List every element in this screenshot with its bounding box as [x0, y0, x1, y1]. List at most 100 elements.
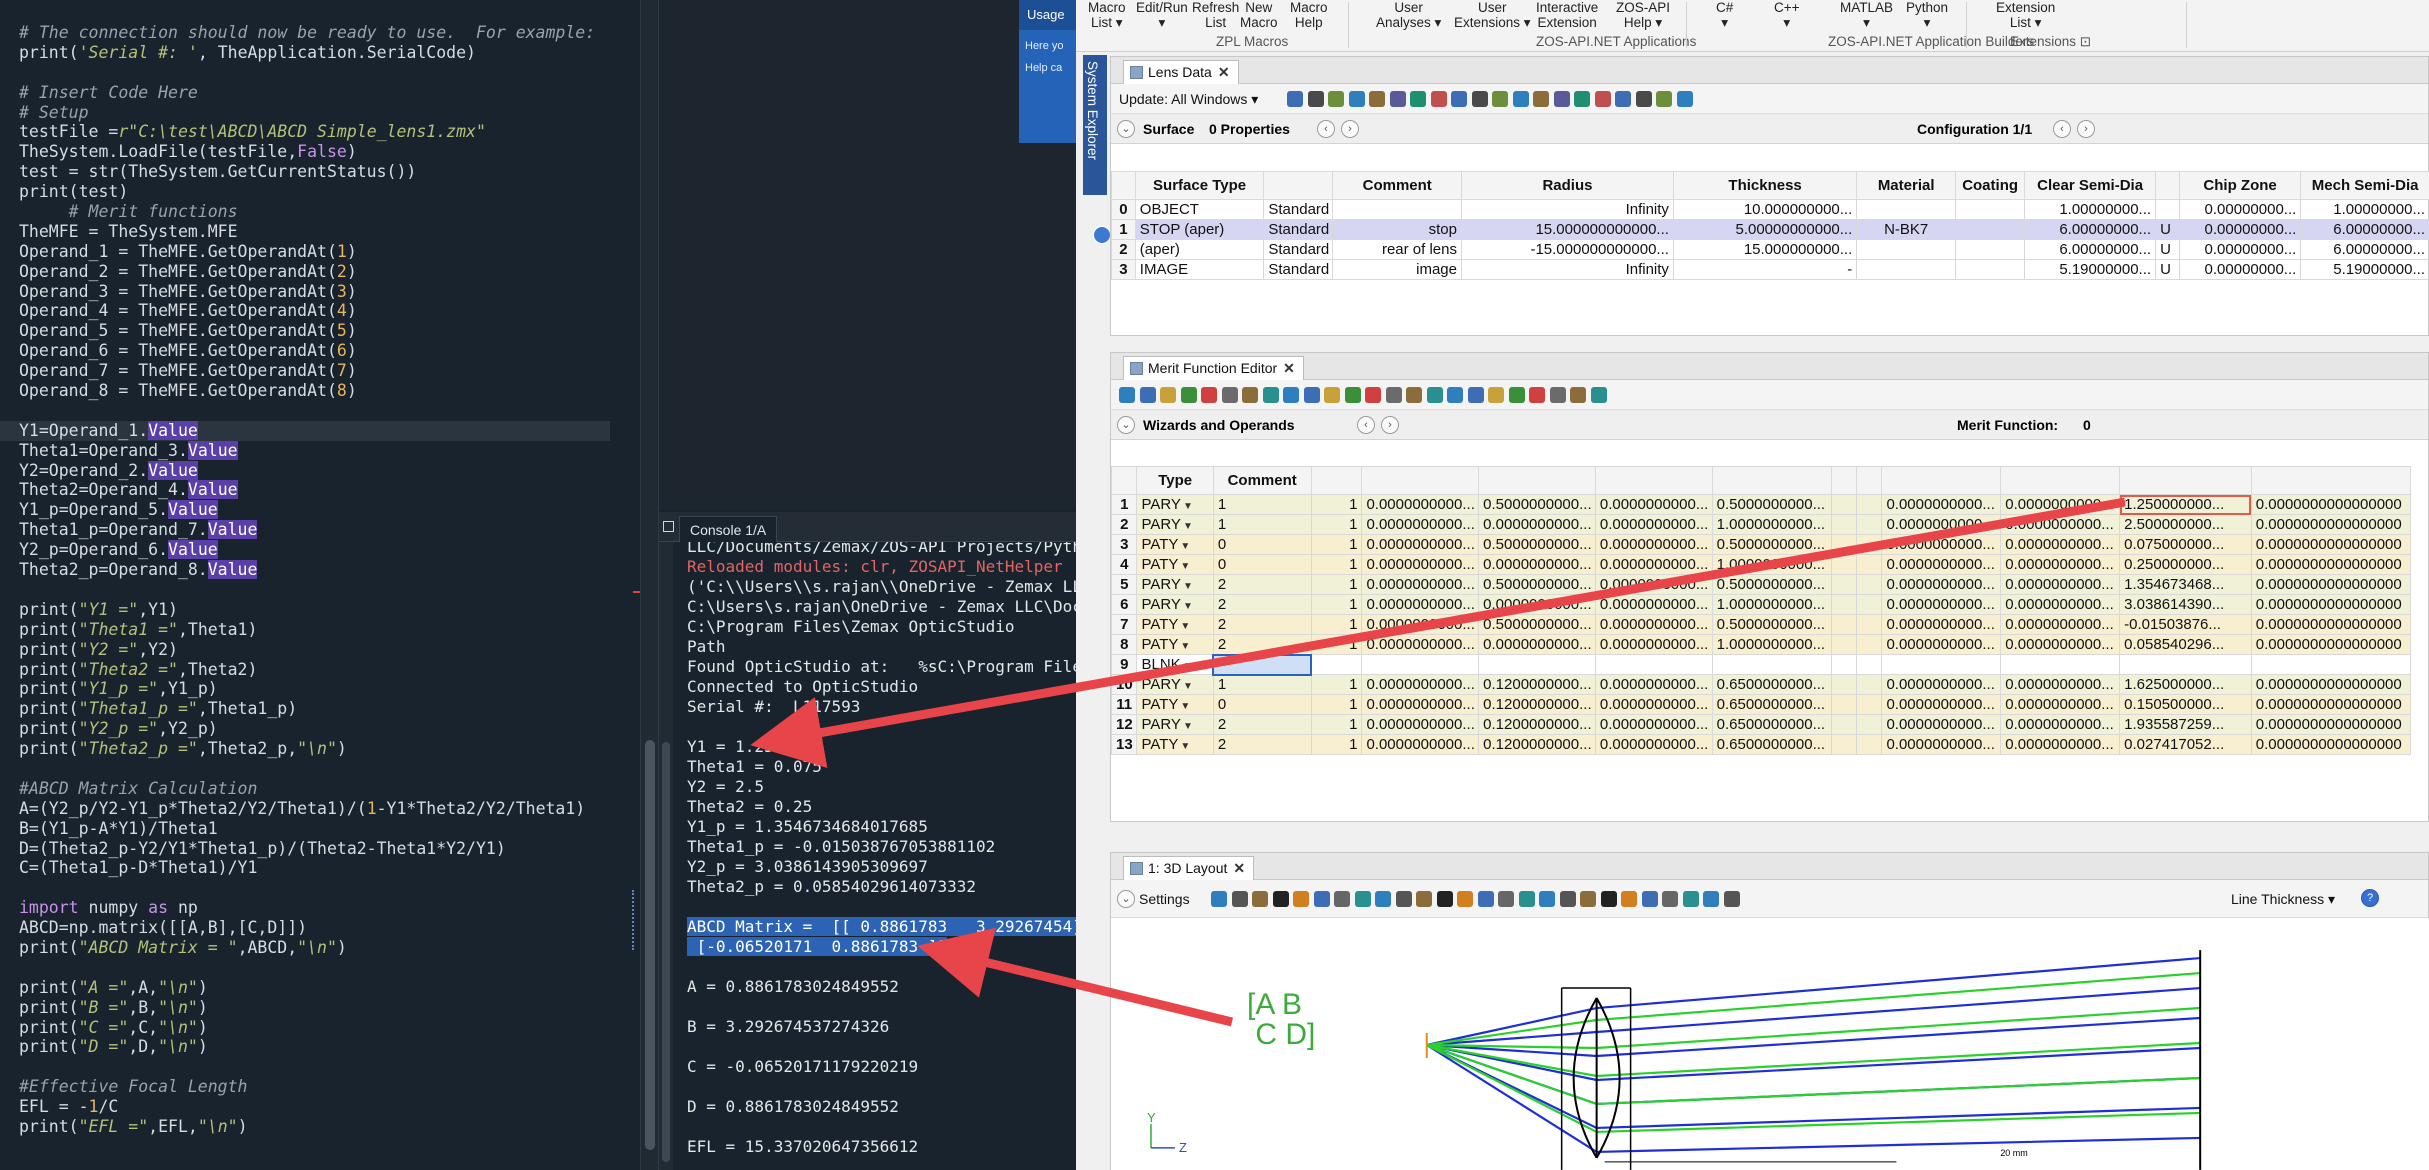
column-header[interactable]: Type — [1136, 466, 1214, 495]
table-cell[interactable] — [1830, 634, 1857, 655]
column-header[interactable] — [1881, 466, 2002, 495]
table-cell[interactable]: BLNK ▼ — [1136, 654, 1214, 675]
toolbar-icon[interactable] — [1656, 91, 1672, 107]
table-cell[interactable]: 0.0000000000... — [1594, 494, 1713, 515]
table-cell[interactable]: 1 — [1310, 714, 1363, 735]
system-explorer-tab[interactable]: System Explorer — [1083, 55, 1111, 244]
table-cell[interactable]: 1.625000000... — [2119, 674, 2252, 695]
toolbar-icon[interactable] — [1272, 891, 1289, 907]
dropdown-arrow-icon[interactable]: ▼ — [1183, 661, 1193, 672]
table-row[interactable]: 3 PATY ▼ 0 1 0.0000000000... 0.5000000000... 0.… — [1110, 534, 2412, 555]
code-line[interactable]: Operand_3 = TheMFE.GetOperandAt(3) — [19, 282, 610, 302]
table-cell[interactable]: Infinity — [1461, 259, 1674, 280]
table-cell[interactable]: 0.1200000000... — [1478, 674, 1596, 695]
toolbar-icon[interactable] — [1262, 387, 1279, 403]
toolbar-icon[interactable] — [1471, 91, 1488, 107]
toolbar-icon[interactable] — [1119, 387, 1135, 403]
table-cell[interactable]: 6.00000000... — [2024, 239, 2157, 260]
table-cell[interactable]: 0.5000000000... — [1711, 574, 1832, 595]
table-cell[interactable]: 4 — [1110, 554, 1138, 575]
ribbon-button[interactable]: Macro List ▾ — [1088, 0, 1126, 30]
config-prev-icon[interactable]: ‹ — [2053, 120, 2071, 138]
code-line[interactable]: Operand_6 = TheMFE.GetOperandAt(6) — [19, 341, 610, 361]
table-cell[interactable]: 6 — [1110, 594, 1138, 615]
toolbar-icon[interactable] — [1252, 891, 1268, 907]
table-cell[interactable] — [2250, 654, 2412, 675]
table-cell[interactable]: 1 — [1310, 494, 1363, 515]
table-cell[interactable] — [1855, 514, 1883, 535]
console-output[interactable]: LLC/Documents/Zemax/ZOS-API Projects/Pyt… — [659, 542, 1077, 1170]
table-cell[interactable]: 6.00000000... — [2024, 219, 2157, 240]
code-line[interactable] — [19, 878, 610, 898]
table-cell[interactable]: (aper) — [1134, 239, 1265, 260]
table-cell[interactable]: 0.0000000000... — [1361, 494, 1480, 515]
table-cell[interactable]: 0.00000000... — [2178, 259, 2302, 280]
table-cell[interactable] — [1830, 534, 1857, 555]
toolbar-icon[interactable] — [1242, 387, 1258, 403]
code-line[interactable]: A=(Y2_p/Y2-Y1_p*Theta2/Y2/Theta1)/(1-Y1*… — [19, 799, 610, 819]
column-header[interactable] — [2119, 466, 2252, 495]
code-line[interactable]: EFL = -1/C — [19, 1097, 610, 1117]
table-cell[interactable] — [1855, 534, 1883, 555]
table-cell[interactable] — [1855, 714, 1883, 735]
table-cell[interactable]: STOP (aper) — [1134, 219, 1265, 240]
table-cell[interactable]: 0 — [1111, 199, 1136, 220]
toolbar-icon[interactable] — [1303, 387, 1320, 403]
table-cell[interactable]: 0.0000000000... — [1881, 594, 2002, 615]
toolbar-icon[interactable] — [1662, 891, 1678, 907]
column-header[interactable] — [1310, 466, 1363, 495]
code-line[interactable]: print("Theta1 =",Theta1) — [19, 620, 610, 640]
table-cell[interactable]: 5 — [1110, 574, 1138, 595]
toolbar-icon[interactable] — [1436, 891, 1453, 907]
table-cell[interactable] — [1830, 554, 1857, 575]
table-cell[interactable] — [1855, 554, 1883, 575]
code-line[interactable]: import numpy as np — [19, 898, 610, 918]
code-line[interactable]: print("EFL =",EFL,"\n") — [19, 1117, 610, 1137]
tab-merit-function-editor[interactable]: Merit Function Editor ✕ — [1123, 356, 1304, 380]
toolbar-icon[interactable] — [1211, 891, 1227, 907]
table-cell[interactable]: IMAGE — [1134, 259, 1265, 280]
column-header[interactable] — [1263, 171, 1334, 200]
code-line[interactable]: Operand_5 = TheMFE.GetOperandAt(5) — [19, 321, 610, 341]
column-header[interactable] — [1361, 466, 1480, 495]
chevron-left-icon[interactable]: ‹ — [1317, 120, 1335, 138]
chevron-down-icon[interactable]: ⌄ — [1117, 416, 1135, 434]
toolbar-icon[interactable] — [1549, 387, 1566, 403]
toolbar-icon[interactable] — [1365, 387, 1381, 403]
table-cell[interactable] — [1855, 734, 1883, 755]
editor-scrollbar[interactable] — [640, 0, 658, 1170]
table-cell[interactable]: 0.6500000000... — [1711, 714, 1832, 735]
table-cell[interactable]: 0.0000000000... — [1594, 514, 1713, 535]
table-cell[interactable]: 1.250000000... — [2119, 494, 2252, 515]
table-cell[interactable]: 0.0000000000000000 — [2250, 574, 2412, 595]
table-cell[interactable]: 0.0000000000... — [2000, 614, 2121, 635]
table-cell[interactable] — [1594, 654, 1713, 675]
table-cell[interactable]: 1 — [1310, 694, 1363, 715]
table-cell[interactable]: PATY ▼ — [1136, 734, 1214, 755]
table-row[interactable]: 2 PARY ▼ 1 1 0.0000000000... 0.0000000000... 0.… — [1110, 514, 2412, 535]
toolbar-icon[interactable] — [1231, 891, 1248, 907]
table-cell[interactable]: 0.0000000000... — [2000, 594, 2121, 615]
console-scrollbar-thumb[interactable] — [662, 742, 670, 1162]
code-text[interactable]: # The connection should now be ready to … — [0, 23, 610, 1137]
table-cell[interactable]: 2 — [1111, 239, 1136, 260]
table-cell[interactable]: 1.935587259... — [2119, 714, 2252, 735]
table-cell[interactable]: 0.5000000000... — [1711, 494, 1832, 515]
table-cell[interactable]: 2 — [1212, 574, 1312, 595]
table-cell[interactable]: 0.1200000000... — [1478, 694, 1596, 715]
table-cell[interactable]: 0.5000000000... — [1711, 534, 1832, 555]
code-line[interactable]: print("D =",D,"\n") — [19, 1037, 610, 1057]
table-cell[interactable]: 0.6500000000... — [1711, 734, 1832, 755]
toolbar-icon[interactable] — [1594, 91, 1611, 107]
toolbar-icon[interactable] — [1467, 387, 1484, 403]
code-line[interactable]: print("Theta2_p =",Theta2_p,"\n") — [19, 739, 610, 759]
table-cell[interactable]: 0.0000000000... — [1594, 634, 1713, 655]
code-line[interactable] — [19, 759, 610, 779]
table-cell[interactable]: 0.0000000000... — [2000, 514, 2121, 535]
code-line[interactable]: TheMFE = TheSystem.MFE — [19, 222, 610, 242]
line-thickness-dropdown[interactable]: Line Thickness ▾ — [2231, 891, 2335, 908]
table-cell[interactable]: 0.0000000000000000 — [2250, 674, 2412, 695]
table-cell[interactable] — [1881, 654, 2002, 675]
toolbar-icon[interactable] — [1682, 891, 1699, 907]
toolbar-icon[interactable] — [1676, 91, 1693, 107]
